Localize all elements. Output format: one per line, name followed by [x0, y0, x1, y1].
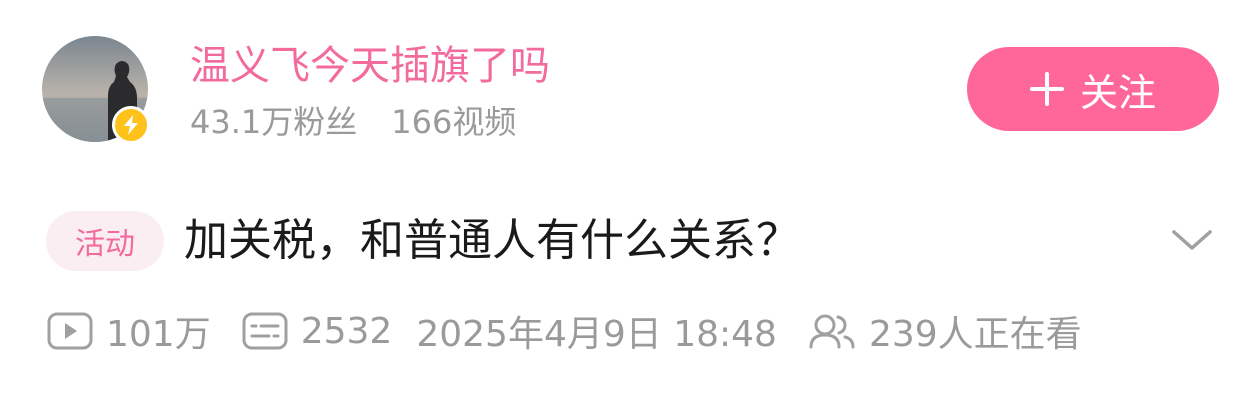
- uploader-name[interactable]: 温义飞今天插旗了吗: [190, 38, 550, 94]
- danmaku-icon: [242, 312, 288, 350]
- view-count: 101万: [106, 314, 211, 355]
- video-count: 166视频: [391, 103, 517, 141]
- play-count-icon: [47, 312, 93, 350]
- video-title: 加关税，和普通人有什么关系？: [184, 215, 800, 266]
- plus-icon: [1029, 72, 1064, 106]
- publish-date: 2025年4月9日 18:48: [416, 305, 777, 357]
- uploader-avatar[interactable]: [42, 36, 150, 144]
- activity-tag[interactable]: 活动: [46, 211, 164, 271]
- danmaku-stat: 2532: [241, 310, 393, 352]
- chevron-down-icon[interactable]: [1168, 220, 1216, 260]
- follow-button-label: 关注: [1079, 70, 1156, 115]
- views-stat: 101万: [46, 305, 211, 357]
- verified-badge: [112, 106, 150, 144]
- uploader-stats: 43.1万粉丝 166视频: [190, 100, 516, 144]
- follower-count: 43.1万粉丝: [190, 103, 358, 141]
- watching-count: 239人正在看: [868, 314, 1082, 355]
- danmaku-count: 2532: [300, 310, 393, 352]
- follow-button[interactable]: 关注: [967, 47, 1219, 131]
- publish-date-text: 2025年4月9日 18:48: [416, 314, 777, 355]
- lightning-bolt-icon: [124, 115, 138, 135]
- people-icon: [809, 314, 855, 349]
- video-meta-row: 101万 2532 2025年4月9日 18:48 239人正在看: [46, 304, 1082, 358]
- watching-stat: 239人正在看: [807, 305, 1082, 357]
